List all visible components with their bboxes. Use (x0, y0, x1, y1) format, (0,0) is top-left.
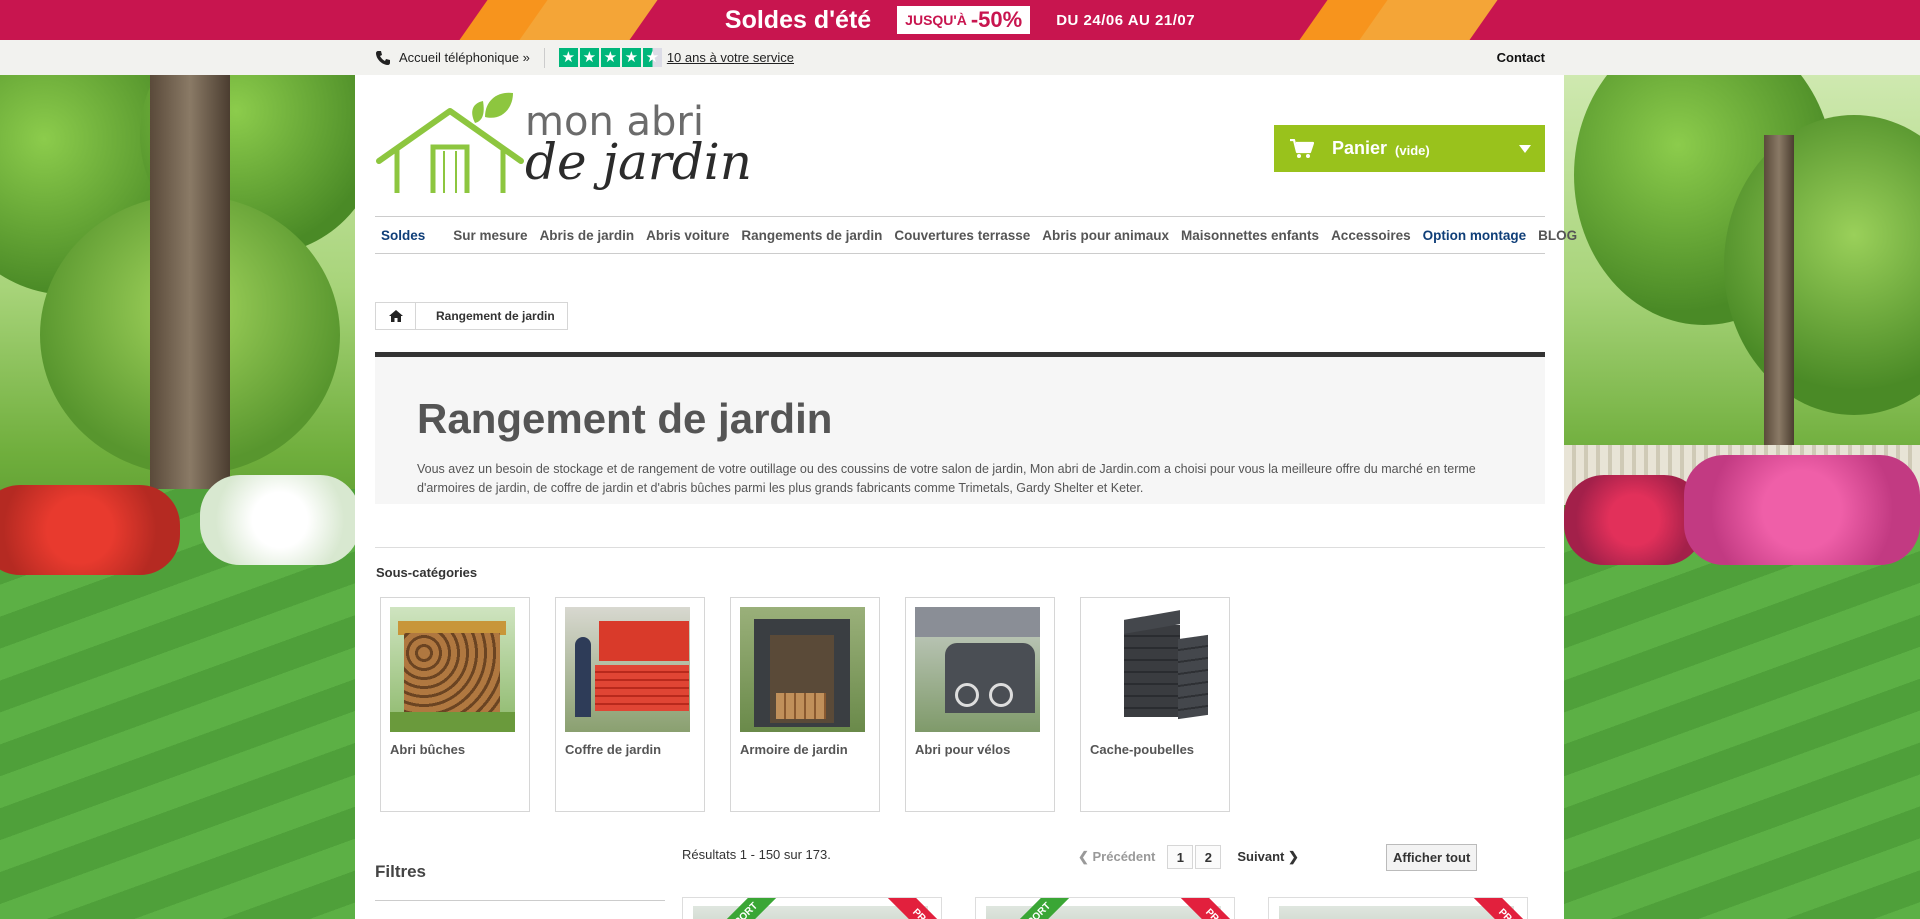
log-shelter-image[interactable] (390, 607, 515, 732)
trustpilot-rating[interactable]: ★ ★ ★ ★ ★ (558, 48, 662, 67)
chevron-down-icon (1519, 145, 1531, 153)
promo-title: Soldes d'été (724, 5, 872, 34)
promo-dates: DU 24/06 AU 21/07 (1056, 11, 1196, 29)
product-card[interactable]: PORT PRO (682, 897, 942, 919)
star-icon: ★ (600, 48, 620, 67)
garden-chest-image[interactable] (565, 607, 690, 732)
product-card[interactable]: PRO (1268, 897, 1528, 919)
nav-item-sur-mesure[interactable]: Sur mesure (447, 228, 533, 243)
page-title: Rangement de jardin (417, 395, 833, 442)
promo-badge: JUSQU'À -50% (897, 6, 1031, 34)
product-grid: PORT PRO PORT PRO PRO (682, 897, 1528, 919)
subcategory-card[interactable]: Cache-poubelles (1080, 597, 1230, 812)
filters-heading: Filtres (375, 862, 427, 881)
breadcrumb-home[interactable] (376, 303, 416, 329)
promo-badge-value: -50% (970, 7, 1023, 32)
subcategory-card[interactable]: Coffre de jardin (555, 597, 705, 812)
subcategory-card[interactable]: Armoire de jardin (730, 597, 880, 812)
section-divider (375, 547, 1545, 548)
contact-link[interactable]: Contact (1497, 50, 1545, 65)
half-star-icon: ★ (642, 48, 662, 67)
phone-reception-link[interactable]: Accueil téléphonique » (399, 50, 530, 65)
garden-cabinet-image[interactable] (740, 607, 865, 732)
subcategory-name[interactable]: Cache-poubelles (1090, 742, 1220, 757)
promo-badge-prefix: JUSQU'À (905, 12, 967, 28)
subcategory-card[interactable]: Abri pour vélos (905, 597, 1055, 812)
background-garden-left (0, 75, 355, 919)
subcategory-name[interactable]: Abri pour vélos (915, 742, 1045, 757)
nav-item-rangements-de-jardin[interactable]: Rangements de jardin (735, 228, 888, 243)
star-icon: ★ (558, 48, 578, 67)
cart-state: (vide) (1395, 142, 1430, 158)
bin-store-image[interactable] (1090, 607, 1215, 732)
logo-text-line2: de jardin (525, 133, 752, 191)
page-2-button[interactable]: 2 (1195, 845, 1222, 869)
category-header: Rangement de jardin Vous avez un besoin … (375, 352, 1545, 504)
previous-page-label: Précédent (1092, 849, 1156, 864)
cart-label: Panier (1332, 138, 1388, 158)
main-navigation: Soldes Sur mesure Abris de jardin Abris … (375, 216, 1577, 254)
page-1-button[interactable]: 1 (1167, 845, 1194, 869)
breadcrumb-current: Rangement de jardin (436, 309, 555, 323)
nav-item-maisonnettes-enfants[interactable]: Maisonnettes enfants (1175, 228, 1325, 243)
subcategory-card[interactable]: Abri bûches (380, 597, 530, 812)
next-page-button[interactable]: Suivant ❯ (1237, 849, 1298, 865)
product-image[interactable] (1279, 906, 1514, 919)
next-page-label: Suivant (1237, 849, 1285, 864)
chevron-right-icon: ❯ (1284, 849, 1299, 864)
main-content: mon abri de jardin Panier (vide) Soldes … (355, 75, 1577, 919)
subcategory-name[interactable]: Coffre de jardin (565, 742, 695, 757)
subcategory-list: Abri bûches Coffre de jardin Armoire de … (380, 597, 1230, 812)
category-description: Vous avez un besoin de stockage et de ra… (417, 462, 1476, 495)
background-garden-right (1564, 75, 1920, 919)
nav-item-option-montage[interactable]: Option montage (1417, 228, 1533, 243)
chevron-left-icon: ❮ (1078, 849, 1093, 864)
nav-item-abris-voiture[interactable]: Abris voiture (640, 228, 735, 243)
subcategory-name[interactable]: Abri bûches (390, 742, 520, 757)
site-logo[interactable]: mon abri de jardin (375, 89, 755, 199)
house-leaf-icon (376, 92, 524, 193)
star-icon: ★ (579, 48, 599, 67)
divider (543, 47, 545, 68)
nav-item-soldes[interactable]: Soldes (375, 228, 431, 243)
nav-item-blog[interactable]: BLOG (1532, 228, 1583, 243)
star-icon: ★ (621, 48, 641, 67)
breadcrumb: Rangement de jardin (375, 302, 568, 330)
utility-bar: Accueil téléphonique » ★ ★ ★ ★ ★ 10 ans … (0, 40, 1920, 75)
nav-item-couvertures-terrasse[interactable]: Couvertures terrasse (888, 228, 1036, 243)
nav-item-abris-pour-animaux[interactable]: Abris pour animaux (1036, 228, 1175, 243)
shopping-cart-icon (1290, 138, 1314, 158)
nav-item-accessoires[interactable]: Accessoires (1325, 228, 1417, 243)
results-count: Résultats 1 - 150 sur 173. (682, 847, 831, 862)
product-card[interactable]: PORT PRO (975, 897, 1235, 919)
subcategory-name[interactable]: Armoire de jardin (740, 742, 870, 757)
subcategories-heading: Sous-catégories (376, 565, 478, 580)
home-icon (388, 310, 403, 322)
phone-icon (376, 50, 390, 65)
show-all-button[interactable]: Afficher tout (1386, 844, 1478, 871)
bike-shelter-image[interactable] (915, 607, 1040, 732)
pagination: ❮ Précédent 1 2 Suivant ❯ (1078, 845, 1299, 869)
filters-divider (375, 900, 665, 901)
previous-page-button[interactable]: ❮ Précédent (1078, 849, 1155, 865)
nav-item-abris-de-jardin[interactable]: Abris de jardin (534, 228, 641, 243)
service-years-link[interactable]: 10 ans à votre service (667, 50, 794, 65)
cart-button[interactable]: Panier (vide) (1274, 125, 1545, 172)
promo-banner[interactable]: Soldes d'été JUSQU'À -50% DU 24/06 AU 21… (0, 0, 1920, 40)
